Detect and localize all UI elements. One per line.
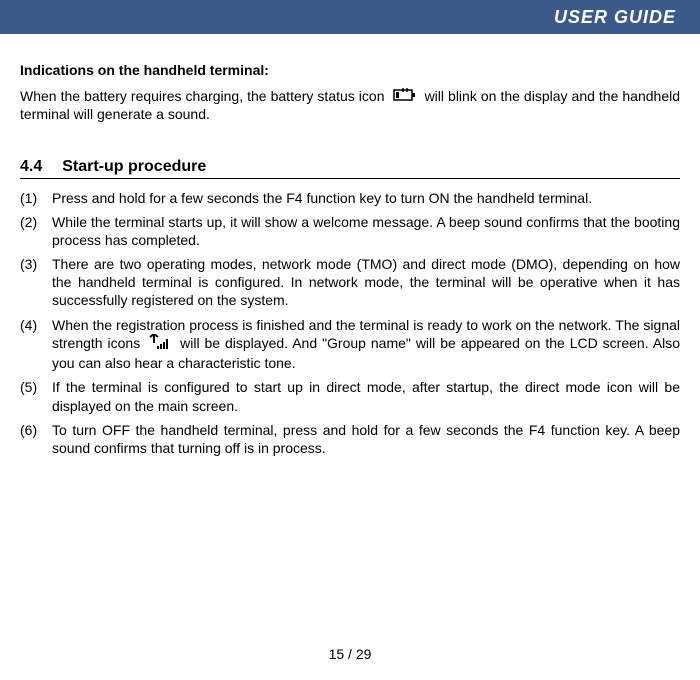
list-num: (2) (20, 213, 52, 249)
list-text: To turn OFF the handheld terminal, press… (52, 421, 680, 457)
indications-text: When the battery requires charging, the … (20, 88, 680, 124)
list-text: While the terminal starts up, it will sh… (52, 213, 680, 249)
list-num: (4) (20, 316, 52, 373)
procedure-list: (1) Press and hold for a few seconds the… (20, 189, 680, 458)
page-content: Indications on the handheld terminal: Wh… (0, 34, 700, 457)
list-item: (6) To turn OFF the handheld terminal, p… (20, 421, 680, 457)
list-text: If the terminal is configured to start u… (52, 378, 680, 414)
page-number: 15 / 29 (0, 646, 700, 662)
list-item: (1) Press and hold for a few seconds the… (20, 189, 680, 207)
list-num: (6) (20, 421, 52, 457)
list-text-after: will be displayed. And "Group name" will… (52, 335, 680, 371)
list-item: (4) When the registration process is fin… (20, 316, 680, 373)
list-item: (5) If the terminal is configured to sta… (20, 378, 680, 414)
header-bar: USER GUIDE (0, 0, 700, 34)
list-text: When the registration process is finishe… (52, 316, 680, 373)
list-item: (3) There are two operating modes, netwo… (20, 255, 680, 310)
section-number: 4.4 (20, 158, 42, 176)
header-title: USER GUIDE (554, 7, 676, 28)
list-item: (2) While the terminal starts up, it wil… (20, 213, 680, 249)
list-text: Press and hold for a few seconds the F4 … (52, 189, 680, 207)
indications-text-before: When the battery requires charging, the … (20, 88, 389, 104)
battery-icon (393, 88, 417, 107)
section-heading: 4.4 Start-up procedure (20, 158, 680, 179)
list-num: (5) (20, 378, 52, 414)
list-text: There are two operating modes, network m… (52, 255, 680, 310)
list-num: (3) (20, 255, 52, 310)
indications-heading: Indications on the handheld terminal: (20, 62, 680, 80)
section-title: Start-up procedure (62, 158, 206, 176)
signal-icon (149, 334, 171, 354)
list-num: (1) (20, 189, 52, 207)
